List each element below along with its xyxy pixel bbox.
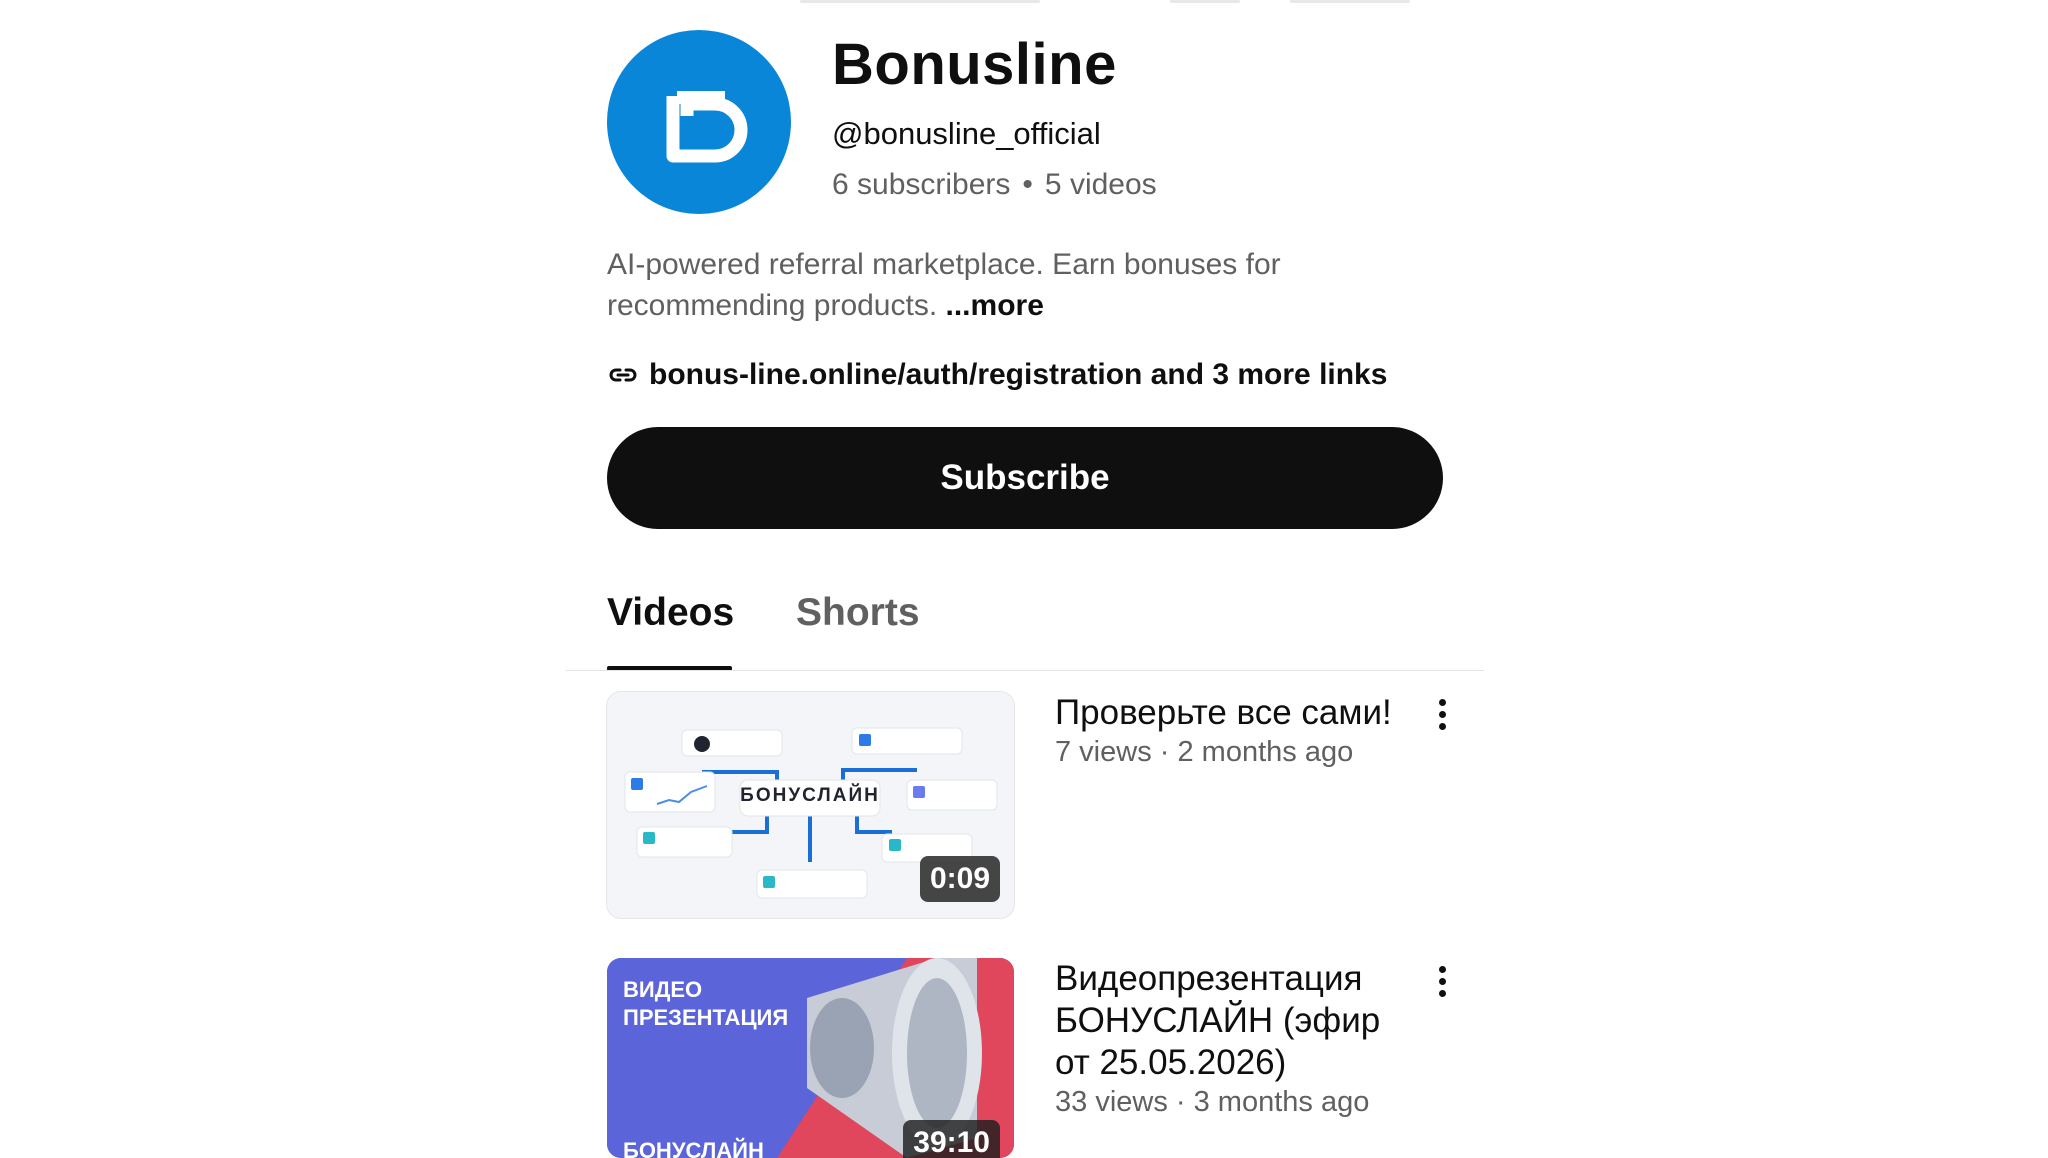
stats-separator: • xyxy=(1022,168,1033,201)
video-duration: 0:09 xyxy=(919,856,1000,902)
channel-name: Bonusline xyxy=(832,32,1117,97)
more-link[interactable]: ...more xyxy=(946,289,1044,322)
video-title[interactable]: Видеопрезентация БОНУСЛАЙН (эфир от 25.0… xyxy=(1055,958,1415,1084)
thumbnail-line-3: БОНУСЛАЙН xyxy=(623,1138,764,1158)
subscriber-count: 6 subscribers xyxy=(832,168,1011,201)
channel-links[interactable]: bonus-line.online/auth/registration and … xyxy=(607,355,1387,395)
video-meta: 33 views · 3 months ago xyxy=(1055,1086,1370,1118)
thumbnail-brand-text: БОНУСЛАЙН xyxy=(740,785,880,806)
more-options-icon[interactable] xyxy=(1427,961,1457,1005)
video-title[interactable]: Проверьте все сами! xyxy=(1055,692,1415,734)
video-thumbnail[interactable]: БОНУСЛАЙН 0:09 xyxy=(607,692,1014,918)
channel-avatar[interactable] xyxy=(607,30,791,214)
tab-videos[interactable]: Videos xyxy=(607,588,734,638)
video-thumbnail[interactable]: ВИДЕО ПРЕЗЕНТАЦИЯ БОНУСЛАЙН 39:10 xyxy=(607,958,1014,1158)
thumbnail-line-2: ПРЕЗЕНТАЦИЯ xyxy=(623,1005,789,1030)
subscribe-button[interactable]: Subscribe xyxy=(607,427,1443,529)
video-duration: 39:10 xyxy=(903,1120,1000,1158)
description-text: AI-powered referral marketplace. Earn bo… xyxy=(607,248,1281,322)
video-count: 5 videos xyxy=(1044,168,1157,201)
tabs-divider xyxy=(566,670,1484,671)
thumbnail-line-1: ВИДЕО xyxy=(623,977,703,1002)
more-options-icon[interactable] xyxy=(1427,694,1457,738)
bonusline-logo-icon xyxy=(666,91,748,163)
channel-handle: @bonusline_official xyxy=(832,116,1101,151)
tab-shorts[interactable]: Shorts xyxy=(796,588,920,638)
video-meta: 7 views · 2 months ago xyxy=(1055,736,1354,768)
links-text[interactable]: bonus-line.online/auth/registration and … xyxy=(649,355,1387,395)
thumbnail-text: ВИДЕО ПРЕЗЕНТАЦИЯ xyxy=(623,976,788,1032)
link-icon xyxy=(609,368,637,382)
channel-stats: 6 subscribers • 5 videos xyxy=(832,165,1157,205)
top-strip xyxy=(800,0,1420,4)
channel-description[interactable]: AI-powered referral marketplace. Earn bo… xyxy=(607,244,1367,326)
